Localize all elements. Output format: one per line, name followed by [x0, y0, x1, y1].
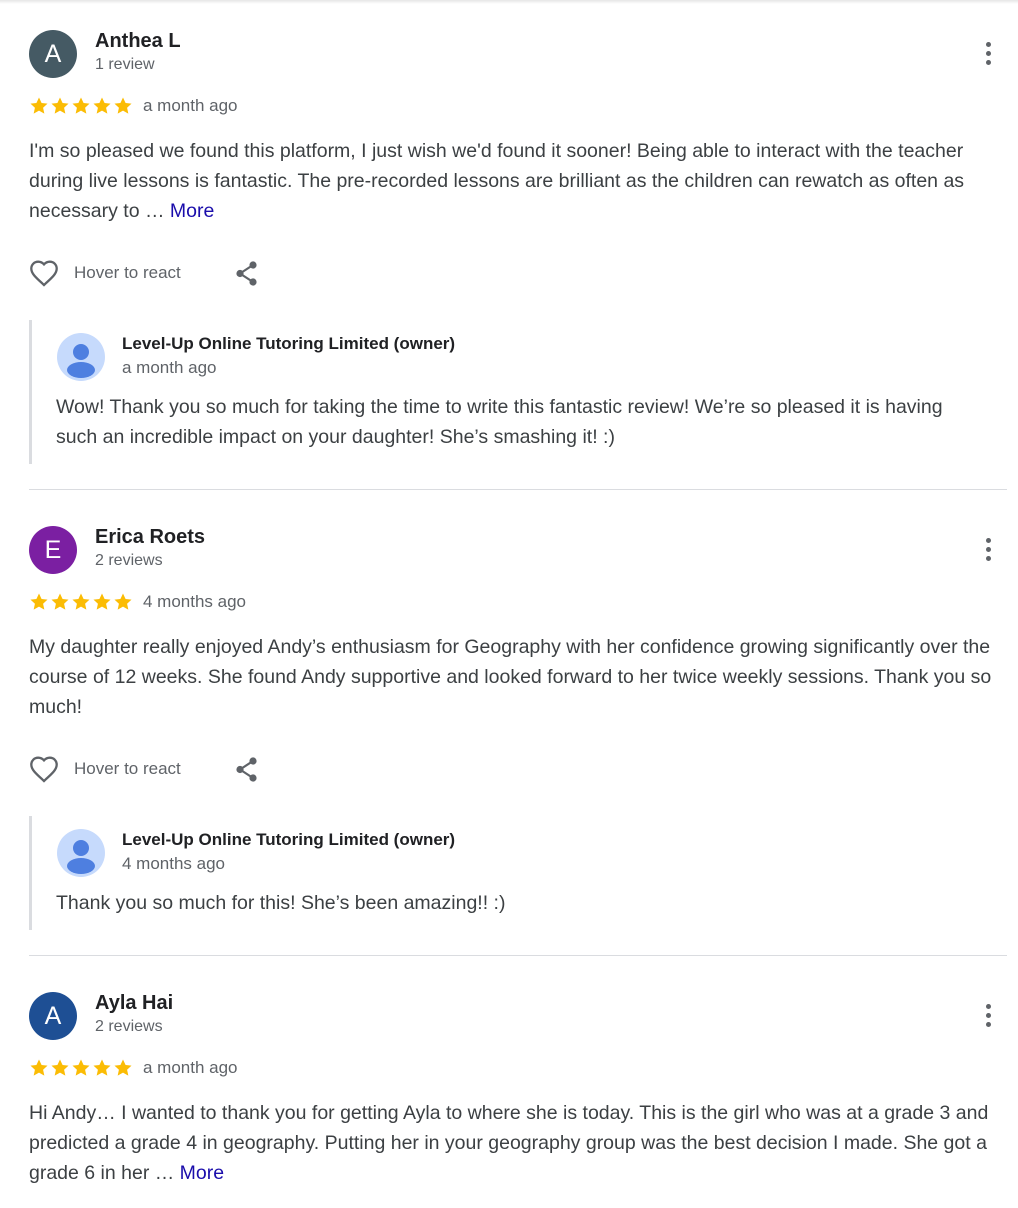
more-link[interactable]: More	[170, 200, 214, 222]
owner-reply: Level-Up Online Tutoring Limited (owner)…	[29, 816, 992, 930]
heart-icon[interactable]	[28, 258, 60, 288]
avatar[interactable]: E	[29, 526, 77, 574]
share-icon[interactable]	[234, 260, 260, 288]
share-icon[interactable]	[234, 756, 260, 784]
owner-name: Level-Up Online Tutoring Limited (owner)	[122, 830, 456, 849]
review-time: 4 months ago	[143, 592, 247, 611]
owner-name: Level-Up Online Tutoring Limited (owner)	[122, 334, 456, 353]
star-rating	[29, 1058, 134, 1078]
more-options-button[interactable]	[976, 42, 1000, 70]
review-text: My daughter really enjoyed Andy’s enthus…	[29, 632, 1004, 722]
review-text: I'm so pleased we found this platform, I…	[29, 136, 1004, 226]
review-text-content: Hi Andy… I wanted to thank you for getti…	[29, 1102, 989, 1184]
star-icon	[51, 1059, 69, 1076]
star-icon	[72, 593, 90, 610]
star-icon	[93, 97, 111, 114]
author-review-count: 2 reviews	[95, 1018, 163, 1035]
star-rating	[29, 96, 134, 116]
owner-reply: Level-Up Online Tutoring Limited (owner)…	[29, 320, 992, 464]
review-text: Hi Andy… I wanted to thank you for getti…	[29, 1098, 1004, 1188]
star-icon	[30, 97, 48, 114]
owner-reply-time: 4 months ago	[122, 854, 226, 873]
more-options-button[interactable]	[976, 538, 1000, 566]
top-shadow	[0, 0, 1018, 4]
author-name[interactable]: Ayla Hai	[95, 992, 173, 1015]
avatar[interactable]: A	[29, 992, 77, 1040]
star-icon	[93, 593, 111, 610]
owner-reply-text: Thank you so much for this! She’s been a…	[56, 892, 506, 914]
star-icon	[93, 1059, 111, 1076]
star-icon	[114, 1059, 132, 1076]
star-icon	[72, 97, 90, 114]
owner-avatar-icon	[57, 829, 105, 877]
review-time: a month ago	[143, 96, 238, 115]
review-time: a month ago	[143, 1058, 238, 1077]
author-review-count: 2 reviews	[95, 552, 163, 569]
more-link[interactable]: More	[180, 1162, 224, 1184]
owner-reply-time: a month ago	[122, 358, 217, 377]
author-review-count: 1 review	[95, 56, 155, 73]
star-icon	[30, 1059, 48, 1076]
star-rating	[29, 592, 134, 612]
star-icon	[114, 97, 132, 114]
hover-to-react-label[interactable]: Hover to react	[74, 759, 181, 779]
author-name[interactable]: Anthea L	[95, 30, 181, 53]
review-divider	[29, 955, 1007, 956]
owner-avatar-icon	[57, 333, 105, 381]
star-icon	[30, 593, 48, 610]
more-options-button[interactable]	[976, 1004, 1000, 1032]
review-text-content: My daughter really enjoyed Andy’s enthus…	[29, 636, 992, 718]
star-icon	[51, 593, 69, 610]
avatar[interactable]: A	[29, 30, 77, 78]
heart-icon[interactable]	[28, 754, 60, 784]
star-icon	[72, 1059, 90, 1076]
review-divider	[29, 489, 1007, 490]
star-icon	[51, 97, 69, 114]
author-name[interactable]: Erica Roets	[95, 526, 205, 549]
owner-reply-text: Wow! Thank you so much for taking the ti…	[56, 396, 943, 448]
hover-to-react-label[interactable]: Hover to react	[74, 263, 181, 283]
star-icon	[114, 593, 132, 610]
